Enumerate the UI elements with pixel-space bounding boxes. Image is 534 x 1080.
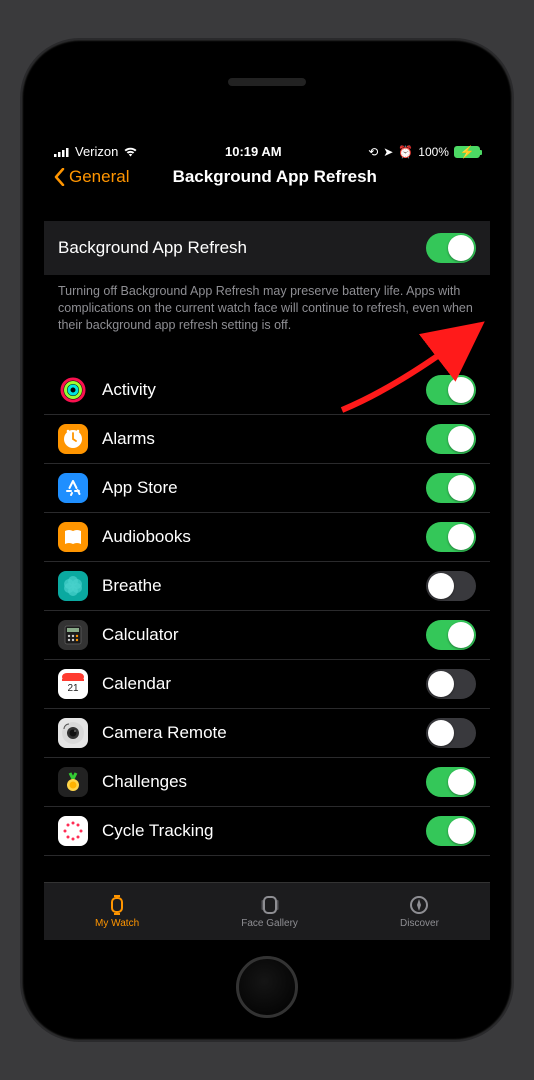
app-label: App Store	[102, 478, 426, 498]
calculator-icon	[58, 620, 88, 650]
app-label: Audiobooks	[102, 527, 426, 547]
battery-icon: ⚡	[454, 146, 480, 158]
app-list: Activity Alarms App Store Audiobooks Breathe…	[44, 366, 490, 856]
app-label: Cycle Tracking	[102, 821, 426, 841]
orientation-lock-icon: ⟲	[368, 145, 378, 159]
app-row-activity: Activity	[44, 366, 490, 415]
alarm-icon: ⏰	[398, 145, 413, 159]
audiobooks-toggle[interactable]	[426, 522, 476, 552]
carrier-label: Verizon	[75, 144, 118, 159]
tab-mywatch[interactable]: My Watch	[95, 894, 139, 929]
breathe-toggle[interactable]	[426, 571, 476, 601]
chevron-left-icon	[54, 168, 65, 186]
svg-text:21: 21	[67, 683, 79, 694]
activity-icon	[58, 375, 88, 405]
cameraremote-icon	[58, 718, 88, 748]
status-bar: Verizon 10:19 AM ⟲ ➤ ⏰ 100% ⚡	[44, 140, 490, 161]
app-row-audiobooks: Audiobooks	[44, 513, 490, 562]
breathe-icon	[58, 571, 88, 601]
appstore-icon	[58, 473, 88, 503]
app-label: Activity	[102, 380, 426, 400]
calendar-toggle[interactable]	[426, 669, 476, 699]
facegallery-icon	[258, 894, 282, 916]
app-row-alarms: Alarms	[44, 415, 490, 464]
challenges-toggle[interactable]	[426, 767, 476, 797]
app-label: Camera Remote	[102, 723, 426, 743]
page-title: Background App Refresh	[69, 167, 480, 187]
app-label: Challenges	[102, 772, 426, 792]
app-label: Calendar	[102, 674, 426, 694]
tab-label: Discover	[400, 918, 439, 929]
master-toggle[interactable]	[426, 233, 476, 263]
alarms-toggle[interactable]	[426, 424, 476, 454]
cycletracking-icon	[58, 816, 88, 846]
phone-frame: Verizon 10:19 AM ⟲ ➤ ⏰ 100% ⚡ General Ba…	[22, 40, 512, 1040]
app-label: Breathe	[102, 576, 426, 596]
nav-bar: General Background App Refresh	[44, 161, 490, 197]
discover-icon	[407, 894, 431, 916]
location-icon: ➤	[383, 145, 393, 159]
status-time: 10:19 AM	[225, 144, 282, 159]
app-row-cameraremote: Camera Remote	[44, 709, 490, 758]
tab-label: Face Gallery	[241, 918, 298, 929]
signal-icon	[54, 147, 70, 157]
appstore-toggle[interactable]	[426, 473, 476, 503]
master-toggle-label: Background App Refresh	[58, 238, 247, 258]
cameraremote-toggle[interactable]	[426, 718, 476, 748]
app-label: Calculator	[102, 625, 426, 645]
screen: Verizon 10:19 AM ⟲ ➤ ⏰ 100% ⚡ General Ba…	[44, 140, 490, 940]
tab-discover[interactable]: Discover	[400, 894, 439, 929]
challenges-icon	[58, 767, 88, 797]
content[interactable]: Background App Refresh Turning off Backg…	[44, 197, 490, 882]
master-toggle-row: Background App Refresh	[44, 221, 490, 275]
app-row-calculator: Calculator	[44, 611, 490, 660]
section-description: Turning off Background App Refresh may p…	[44, 275, 490, 354]
calculator-toggle[interactable]	[426, 620, 476, 650]
app-row-challenges: Challenges	[44, 758, 490, 807]
app-row-cycletracking: Cycle Tracking	[44, 807, 490, 856]
battery-percent: 100%	[418, 145, 449, 159]
app-label: Alarms	[102, 429, 426, 449]
app-row-calendar: 21 Calendar	[44, 660, 490, 709]
app-row-breathe: Breathe	[44, 562, 490, 611]
alarms-icon	[58, 424, 88, 454]
tab-facegallery[interactable]: Face Gallery	[241, 894, 298, 929]
wifi-icon	[123, 146, 138, 157]
mywatch-icon	[105, 894, 129, 916]
cycletracking-toggle[interactable]	[426, 816, 476, 846]
calendar-icon: 21	[58, 669, 88, 699]
app-row-appstore: App Store	[44, 464, 490, 513]
home-button[interactable]	[236, 956, 298, 1018]
tab-label: My Watch	[95, 918, 139, 929]
audiobooks-icon	[58, 522, 88, 552]
activity-toggle[interactable]	[426, 375, 476, 405]
tab-bar: My Watch Face Gallery Discover	[44, 882, 490, 940]
